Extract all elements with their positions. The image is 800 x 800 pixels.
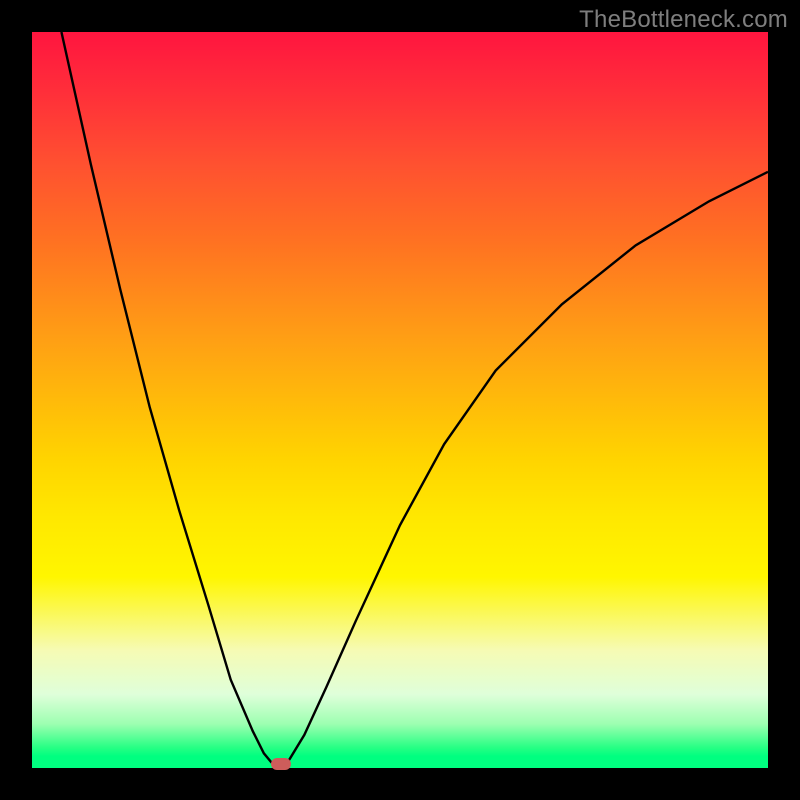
curve-right-branch [282, 172, 768, 768]
plot-area [32, 32, 768, 768]
curve-left-branch [61, 32, 280, 768]
bottleneck-curve [32, 32, 768, 768]
minimum-marker [271, 758, 291, 770]
watermark-text: TheBottleneck.com [579, 6, 788, 34]
chart-frame: TheBottleneck.com [0, 0, 800, 800]
